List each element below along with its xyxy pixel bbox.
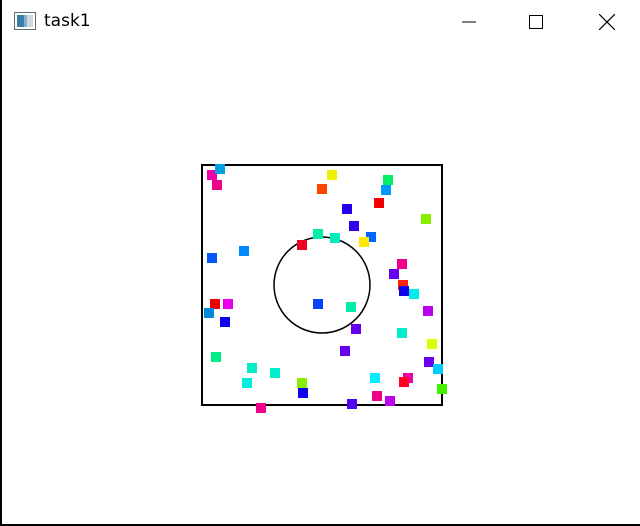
particle: [220, 317, 230, 327]
particle: [239, 246, 249, 256]
particle: [399, 286, 409, 296]
particle: [297, 240, 307, 250]
particle: [424, 357, 434, 367]
particle: [256, 403, 266, 413]
particle: [327, 170, 337, 180]
center-circle: [273, 236, 371, 334]
particle: [313, 299, 323, 309]
particle: [242, 378, 252, 388]
particle: [347, 399, 357, 409]
maximize-icon: [529, 15, 543, 29]
particle: [374, 198, 384, 208]
particle: [381, 185, 391, 195]
particle: [330, 233, 340, 243]
drawing-canvas: [201, 164, 447, 413]
particle: [207, 253, 217, 263]
particle: [223, 299, 233, 309]
particle: [351, 324, 361, 334]
particle: [313, 229, 323, 239]
particle: [399, 377, 409, 387]
particle: [385, 396, 395, 406]
minimize-icon: [462, 21, 476, 23]
particle: [409, 289, 419, 299]
particle: [342, 204, 352, 214]
particle: [346, 302, 356, 312]
particle: [389, 269, 399, 279]
maximize-button[interactable]: [513, 0, 559, 44]
particle: [247, 363, 257, 373]
particle: [437, 384, 447, 394]
particle: [297, 378, 307, 388]
app-window: task1: [0, 0, 640, 526]
particle: [349, 221, 359, 231]
particle: [397, 259, 407, 269]
particle: [215, 164, 225, 174]
particle: [210, 299, 220, 309]
particle: [397, 328, 407, 338]
particle: [298, 388, 308, 398]
particle: [421, 214, 431, 224]
particle: [423, 306, 433, 316]
particle: [372, 391, 382, 401]
particle: [212, 180, 222, 190]
particle: [359, 237, 369, 247]
close-icon: [599, 14, 615, 30]
particle: [427, 339, 437, 349]
particle: [383, 175, 393, 185]
close-button[interactable]: [584, 0, 630, 44]
title-bar[interactable]: task1: [2, 0, 640, 44]
particles-layer: [204, 164, 447, 413]
particle: [340, 346, 350, 356]
particle: [211, 352, 221, 362]
window-app-icon: [14, 12, 36, 30]
particle: [433, 364, 443, 374]
particle: [204, 308, 214, 318]
minimize-button[interactable]: [446, 0, 492, 44]
particle: [317, 184, 327, 194]
particle: [370, 373, 380, 383]
particle: [270, 368, 280, 378]
window-title: task1: [44, 11, 91, 31]
